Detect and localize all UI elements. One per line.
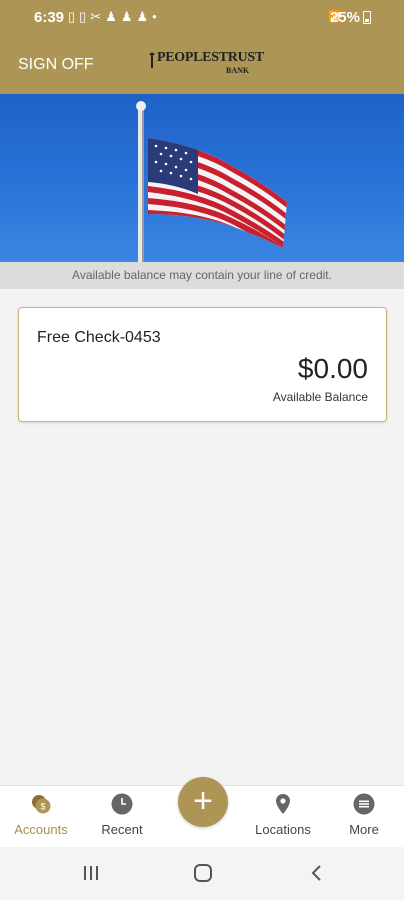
location-pin-icon xyxy=(276,794,290,814)
flag-illustration xyxy=(136,101,287,262)
battery-percent: 25% xyxy=(329,9,360,26)
nav-locations-label: Locations xyxy=(255,822,311,837)
nav-more[interactable]: More xyxy=(324,786,404,848)
available-balance-label: Available Balance xyxy=(272,390,368,404)
app-header: SIGN OFF PEOPLESTRUST BANK xyxy=(0,32,404,94)
sign-off-button[interactable]: SIGN OFF xyxy=(18,56,94,74)
accounts-coin-icon: $ xyxy=(32,795,51,814)
system-navigation-bar xyxy=(0,847,404,900)
nav-accounts[interactable]: $ Accounts xyxy=(1,786,81,848)
back-icon[interactable] xyxy=(302,861,332,885)
add-button[interactable]: + xyxy=(178,777,228,827)
nav-recent-label: Recent xyxy=(101,822,143,837)
nav-more-label: More xyxy=(349,822,379,837)
logo-text: PEOPLESTRUST xyxy=(157,50,264,65)
notification-icons: ▯▯✂♟♟♟• xyxy=(68,9,161,24)
home-icon[interactable] xyxy=(188,861,218,885)
status-time: 6:39 xyxy=(34,9,65,26)
svg-text:$: $ xyxy=(40,802,45,812)
recent-apps-icon[interactable] xyxy=(76,861,106,885)
bank-logo: PEOPLESTRUST BANK xyxy=(148,48,264,78)
line-of-credit-notice: Available balance may contain your line … xyxy=(0,262,404,289)
menu-circle-icon xyxy=(353,793,375,815)
account-balance: $0.00 xyxy=(297,353,368,384)
status-bar: 6:39 ▯▯✂♟♟♟• 📶 25% xyxy=(0,0,404,32)
clock-icon xyxy=(111,793,133,815)
nav-accounts-label: Accounts xyxy=(14,822,68,837)
battery-icon xyxy=(363,11,371,24)
nav-recent[interactable]: Recent xyxy=(82,786,162,848)
logo-torch-icon xyxy=(149,52,155,68)
account-name: Free Check-0453 xyxy=(37,329,161,346)
hero-flag-image xyxy=(0,94,404,262)
nav-locations[interactable]: Locations xyxy=(243,786,323,848)
logo-subtext: BANK xyxy=(226,66,250,75)
account-card[interactable]: Free Check-0453 $0.00 Available Balance xyxy=(18,307,387,422)
